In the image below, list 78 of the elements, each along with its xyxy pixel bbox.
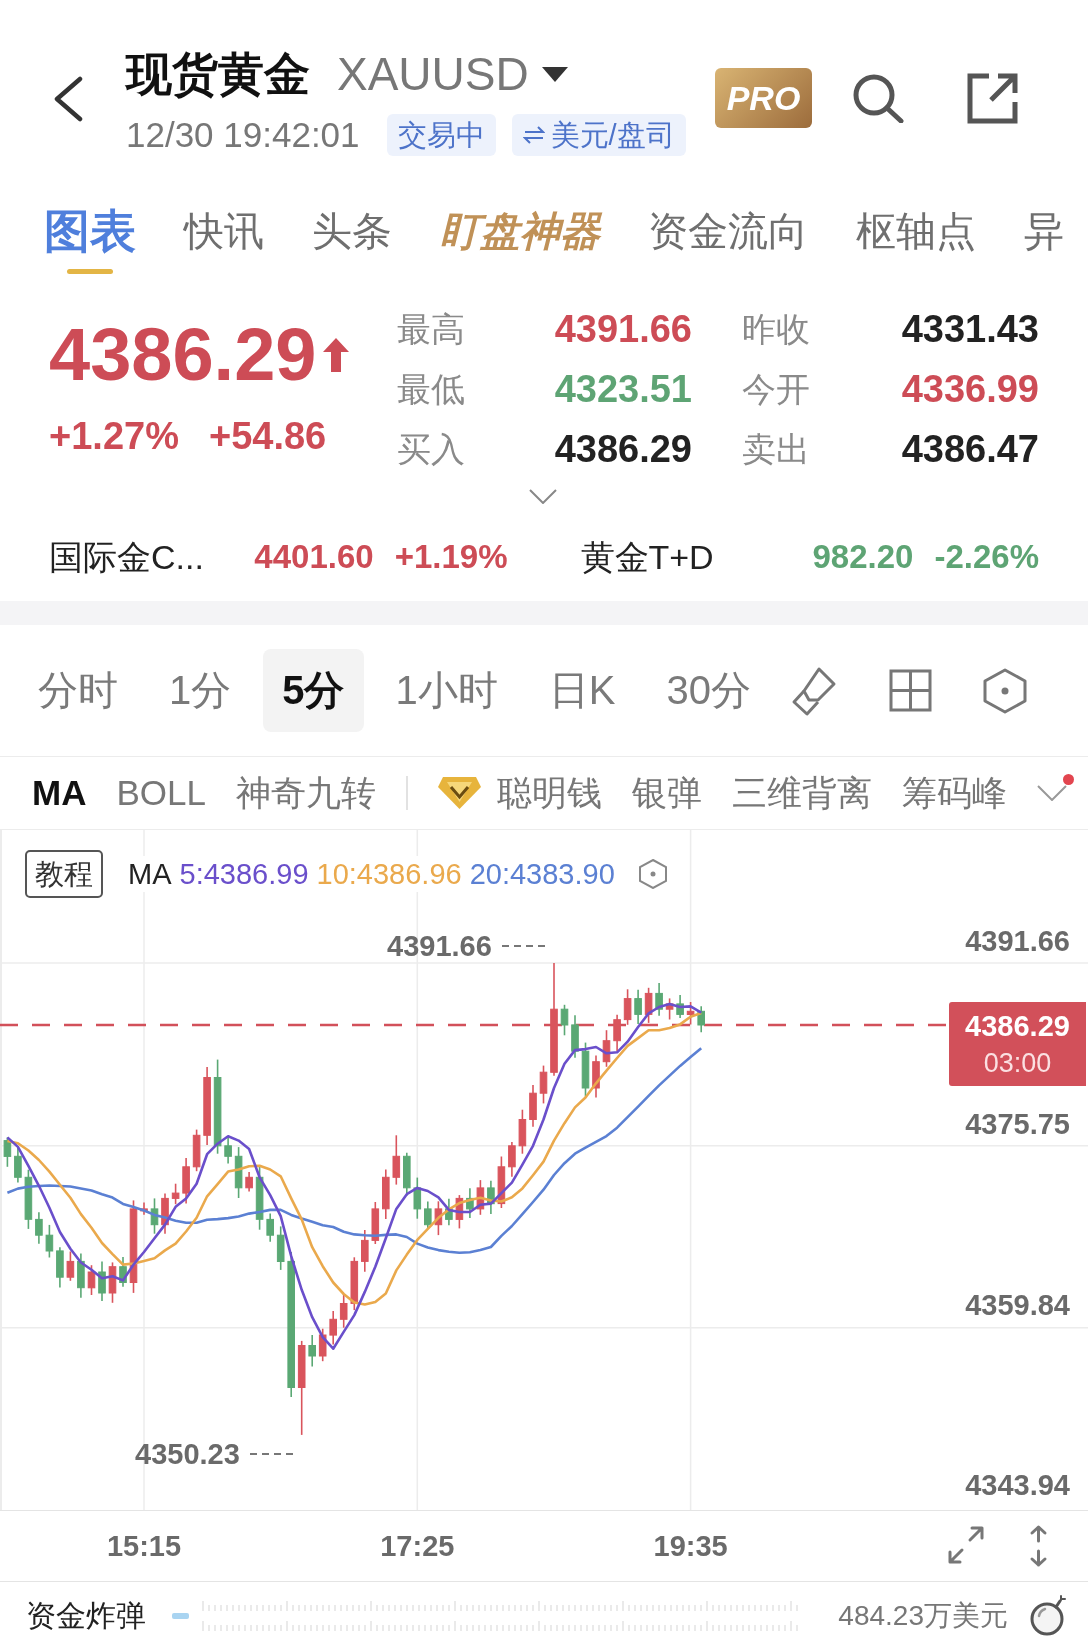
search-icon[interactable] [852,73,904,123]
timeframe-tab[interactable]: 30分 [647,649,770,732]
stat-label: 买入 [397,429,466,470]
stat-value: 4386.29 [553,427,692,471]
grid-icon[interactable] [888,669,932,712]
diamond-icon [437,776,481,810]
indicator-tab[interactable]: BOLL [116,770,206,816]
tab[interactable]: 头条 [312,203,392,274]
indicator-tab[interactable]: 筹码峰 [901,770,1007,816]
leader-line [501,944,546,948]
bomb-icon[interactable] [1030,1594,1067,1637]
hexagon-icon[interactable] [982,667,1027,714]
axis-label: 4375.75 [965,1107,1070,1142]
instrument-change: +1.19% [394,537,508,577]
back-icon[interactable] [53,76,84,122]
tab[interactable]: 资金流向 [648,203,808,274]
stat-label: 最高 [397,309,466,350]
indicator-tab[interactable]: 银弹 [631,770,702,816]
timeframe-tab[interactable]: 5分 [263,649,364,732]
expand-icon[interactable] [946,1524,986,1566]
last-price: 4386.29 [49,313,317,397]
unit-toggle[interactable]: 美元/盘司 [511,114,686,156]
stat-value: 4336.99 [900,367,1039,411]
low-price-label: 4350.23 [135,1437,240,1472]
stat-value: 4331.43 [900,307,1039,351]
instrument-name[interactable]: 国际金C... [49,535,204,579]
vertical-arrows-icon[interactable] [1028,1524,1049,1568]
stat-value: 4391.66 [553,307,692,351]
tutorial-button[interactable]: 教程 [25,850,103,898]
stat-value: 4323.51 [553,367,692,411]
indicator-tab[interactable]: MA [32,770,87,816]
stat-label: 卖出 [741,429,811,470]
high-price-label: 4391.66 [387,929,492,964]
time-label: 15:15 [106,1529,182,1564]
tab[interactable]: 枢轴点 [856,203,976,274]
timeframe-tab[interactable]: 分时 [19,649,137,732]
indicator-tab[interactable]: 三维背离 [731,770,872,816]
change-value: +54.86 [208,414,327,459]
chevron-down-icon[interactable] [1036,785,1067,801]
tab[interactable]: 异 [1024,203,1064,274]
axis-label: 4391.66 [965,924,1070,959]
symbol-dropdown[interactable]: XAUUSD [337,46,529,102]
caret-icon[interactable] [541,66,568,82]
timeframe-tab[interactable]: 1小时 [376,649,517,732]
timestamp: 12/30 19:42:01 [126,114,360,156]
leader-line [249,1452,294,1456]
timeframe-tab[interactable]: 1分 [150,649,251,732]
stat-label: 昨收 [741,309,811,350]
stat-label: 最低 [397,369,466,410]
change-percent: +1.27% [49,414,179,459]
indicator-tab[interactable]: 聪明钱 [496,770,602,816]
price-tag-value: 4386.29 [965,1009,1070,1044]
countdown-timer: 03:00 [983,1047,1052,1080]
instrument-price: 4401.60 [254,537,374,577]
legend-value: 10:4386.96 [316,856,462,892]
instrument-name[interactable]: 黄金T+D [580,535,714,579]
status-badge: 交易中 [386,114,496,156]
pro-badge[interactable]: PRO [715,68,812,128]
instrument-price: 982.20 [812,537,914,577]
axis-label: 4343.94 [965,1468,1070,1503]
tab[interactable]: 图表 [44,203,136,274]
instrument-title: 现货黄金 [126,47,310,102]
swap-icon [522,125,545,145]
timeframe-tab[interactable]: 日K [529,649,635,732]
indicator-tab[interactable]: 神奇九转 [235,770,376,816]
axis-label: 4359.84 [965,1288,1070,1323]
tab[interactable]: 快讯 [184,203,264,274]
time-label: 19:35 [653,1529,728,1564]
fund-title: 资金炸弹 [26,1597,146,1634]
legend-title: MA [128,856,172,892]
instrument-change: -2.26% [934,537,1039,577]
flow-bar [172,1612,189,1619]
fund-amount: 484.23万美元 [838,1598,1008,1633]
stat-value: 4386.47 [900,427,1039,471]
hexagon-icon[interactable] [638,859,667,889]
chevron-down-icon[interactable] [529,489,557,504]
time-label: 17:25 [380,1529,455,1564]
stat-label: 今开 [741,369,811,410]
